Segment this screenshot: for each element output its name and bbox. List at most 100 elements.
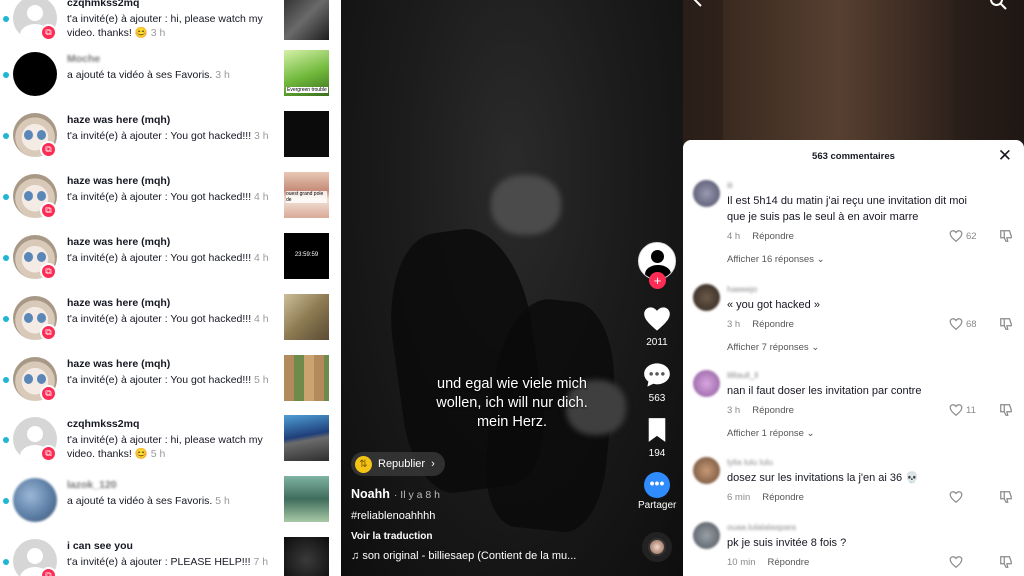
notification-item[interactable]: ⧉ haze was here (mqh) t'a invité(e) à aj… [0,166,341,226]
reply-button[interactable]: Répondre [768,557,810,568]
video-hashtag[interactable]: #reliablenoahhhh [351,510,435,522]
invite-badge-icon: ⧉ [40,445,57,462]
like-button[interactable]: 2011 [638,306,676,348]
notification-item[interactable]: ⧉ haze was here (mqh) t'a invité(e) à aj… [0,105,341,165]
dislike-icon[interactable] [999,555,1013,569]
heart-outline-icon [949,318,963,330]
notification-username[interactable]: Moche [67,53,100,65]
notification-item[interactable]: lazok_120 a ajouté ta vidéo à ses Favori… [0,470,341,530]
notification-username[interactable]: czqhmkss2mq [67,418,139,430]
notifications-panel: ⧉ czqhmkss2mq t'a invité(e) à ajouter : … [0,0,341,576]
save-button[interactable]: 194 [638,417,676,459]
reply-button[interactable]: Répondre [752,231,794,242]
video-thumbnail[interactable] [284,111,329,157]
comment-meta: 3 h Répondre [727,319,794,330]
video-player[interactable]: und egal wie viele mich wollen, ich will… [341,0,683,576]
view-replies-link[interactable]: Afficher 1 réponse ⌄ [727,428,815,439]
heart-outline-icon [949,556,963,568]
video-thumbnail[interactable] [284,355,329,401]
video-shoe [491,175,561,235]
video-background [723,0,953,140]
notification-message: t'a invité(e) à ajouter : PLEASE HELP!!!… [67,556,269,568]
unread-dot [3,72,9,78]
thumbnail-label: Evergreen trouble [286,87,328,93]
back-icon[interactable] [691,0,707,8]
notification-item[interactable]: ⧉ czqhmkss2mq t'a invité(e) à ajouter : … [0,409,341,469]
dislike-icon[interactable] [999,403,1013,417]
video-age: · Il y a 8 h [393,489,440,501]
notification-item[interactable]: ⧉ haze was here (mqh) t'a invité(e) à aj… [0,227,341,287]
commenter-name[interactable]: iii [727,180,733,190]
reply-button[interactable]: Répondre [752,319,794,330]
commenter-name[interactable]: haeeejo [727,284,757,294]
unread-dot [3,133,9,139]
video-thumbnail[interactable] [284,0,329,40]
save-count: 194 [648,448,666,459]
notification-username[interactable]: lazok_120 [67,479,117,491]
commenter-name[interactable]: ouaa.lulalalaspara [727,522,796,532]
video-thumbnail[interactable] [284,415,329,461]
notification-username[interactable]: haze was here (mqh) [67,114,170,126]
comment-bubble-icon [644,363,670,387]
view-replies-link[interactable]: Afficher 16 réponses ⌄ [727,254,825,265]
video-thumbnail[interactable] [284,294,329,340]
video-thumbnail[interactable] [284,537,329,576]
repost-button[interactable]: ⇅ Republier › [351,452,445,476]
commenter-avatar[interactable] [693,457,720,484]
comment-like-button[interactable] [949,555,963,569]
music-disc-icon[interactable] [642,532,672,562]
notification-item[interactable]: ⧉ i can see you t'a invité(e) à ajouter … [0,531,341,576]
notification-username[interactable]: haze was here (mqh) [67,358,170,370]
notification-username[interactable]: haze was here (mqh) [67,297,170,309]
notification-message: t'a invité(e) à ajouter : hi, please wat… [67,13,263,39]
commenter-name[interactable]: lylia lulu lulu [727,457,773,467]
comment-like-button[interactable]: 68 [949,317,977,331]
comment-like-count: 62 [966,230,977,242]
video-author[interactable]: Noahh · Il y a 8 h [351,487,440,501]
heart-outline-icon [949,404,963,416]
commenter-name[interactable]: lilllaull_ll [727,370,758,380]
see-translation-link[interactable]: Voir la traduction [351,531,433,542]
commenter-avatar[interactable] [693,522,720,549]
share-label: Partager [638,500,677,511]
avatar[interactable] [13,478,57,522]
notification-username[interactable]: czqhmkss2mq [67,0,139,9]
notification-item[interactable]: Moche a ajouté ta vidéo à ses Favoris. 3… [0,44,341,104]
music-link[interactable]: ♫ son original - billiesaep (Contient de… [351,550,576,562]
notification-message: t'a invité(e) à ajouter : You got hacked… [67,191,269,203]
share-button[interactable]: ••• Partager [638,472,676,511]
video-thumbnail[interactable]: ouest grand pole de [284,172,329,218]
follow-plus-icon[interactable]: + [649,272,666,289]
close-icon[interactable]: ✕ [998,146,1012,166]
comment-button[interactable]: 563 [638,362,676,404]
comments-sheet: 563 commentaires ✕ iii Il est 5h14 du ma… [683,140,1024,576]
comment-like-button[interactable]: 11 [949,403,976,417]
notification-username[interactable]: haze was here (mqh) [67,175,170,187]
search-icon[interactable] [989,0,1007,10]
view-replies-link[interactable]: Afficher 7 réponses ⌄ [727,342,819,353]
commenter-avatar[interactable] [693,370,720,397]
avatar[interactable] [13,52,57,96]
comment-like-button[interactable] [949,490,963,504]
comment-like-button[interactable]: 62 [949,229,977,243]
notification-item[interactable]: ⧉ haze was here (mqh) t'a invité(e) à aj… [0,349,341,409]
reply-button[interactable]: Répondre [752,405,794,416]
notification-message: t'a invité(e) à ajouter : hi, please wat… [67,434,263,460]
dislike-icon[interactable] [999,317,1013,331]
notification-item[interactable]: ⧉ czqhmkss2mq t'a invité(e) à ajouter : … [0,0,341,48]
comment-count: 563 [648,393,666,404]
video-thumbnail[interactable]: 23:59:59 [284,233,329,279]
repost-label: Republier [378,458,426,470]
dislike-icon[interactable] [999,229,1013,243]
commenter-avatar[interactable] [693,180,720,207]
comment-like-count: 11 [966,404,976,416]
commenter-avatar[interactable] [693,284,720,311]
video-thumbnail[interactable]: Evergreen trouble [284,50,329,96]
notification-username[interactable]: haze was here (mqh) [67,236,170,248]
notification-item[interactable]: ⧉ haze was here (mqh) t'a invité(e) à aj… [0,288,341,348]
video-thumbnail[interactable] [284,476,329,522]
notification-username[interactable]: i can see you [67,540,133,552]
reply-button[interactable]: Répondre [762,492,804,503]
dislike-icon[interactable] [999,490,1013,504]
comment-text: dosez sur les invitations la j'en ai 36 … [727,472,919,484]
